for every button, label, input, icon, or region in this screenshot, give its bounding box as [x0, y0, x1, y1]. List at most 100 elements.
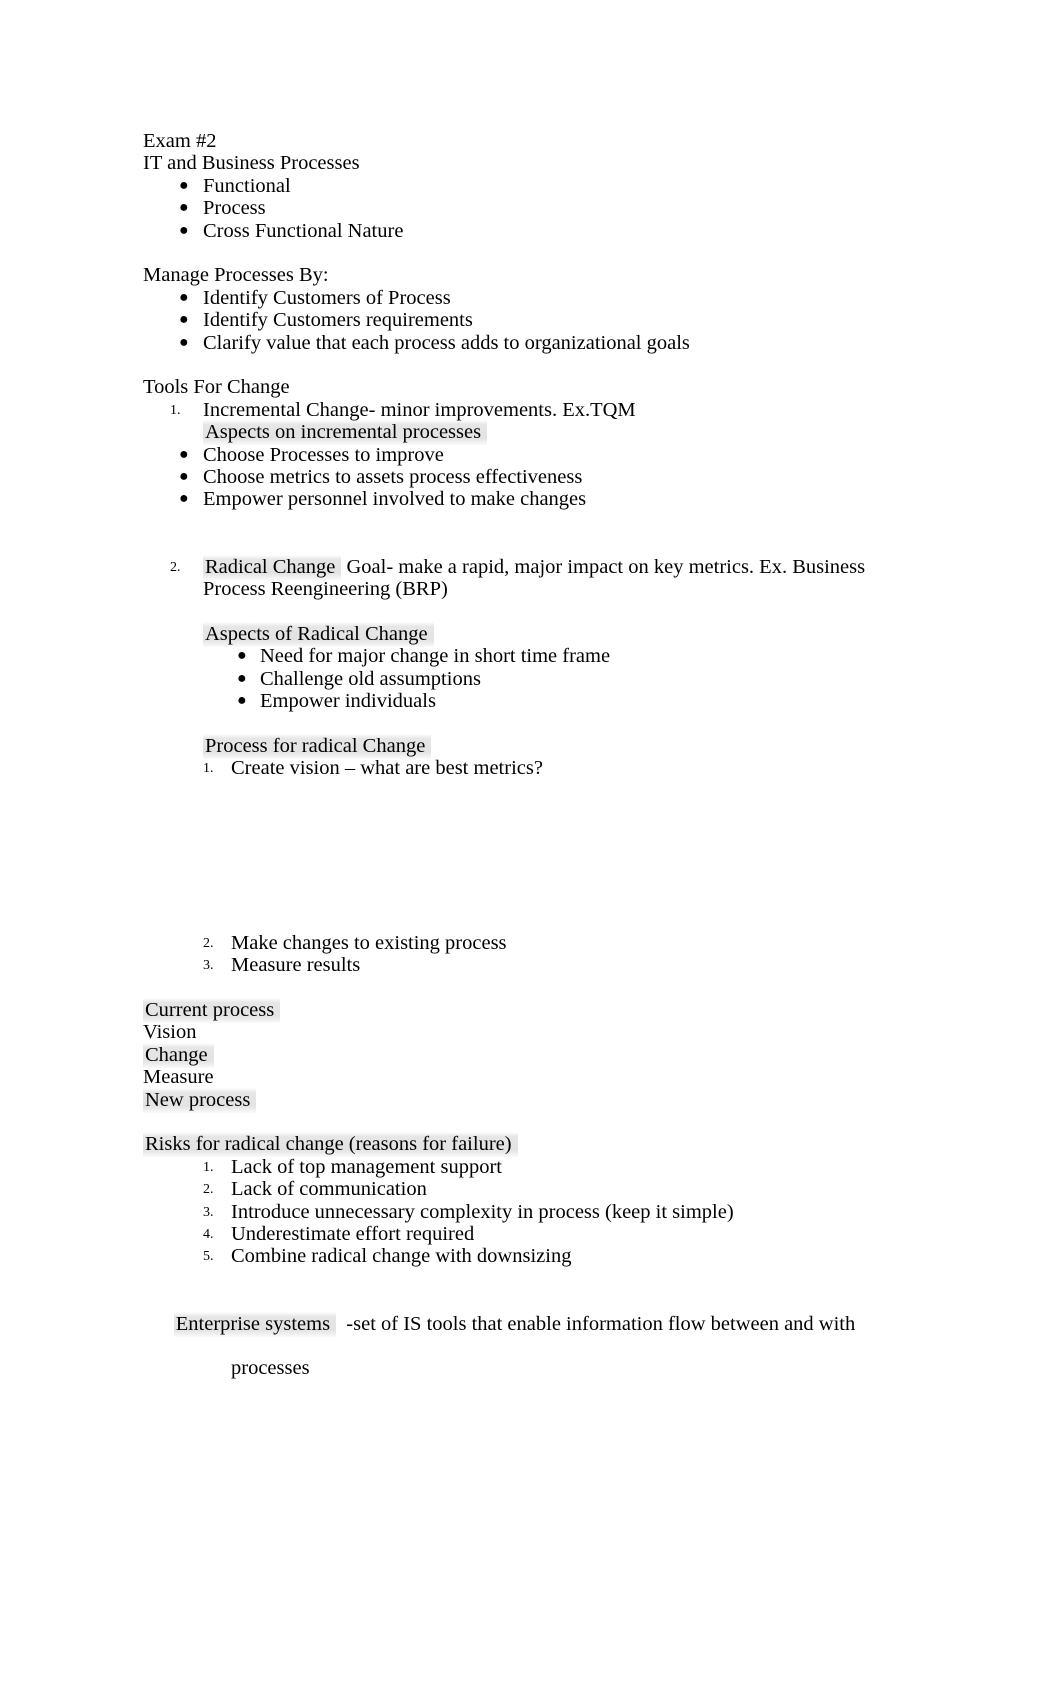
list-item: 1. Create vision – what are best metrics… — [143, 757, 933, 779]
list-item-label: Introduce unnecessary complexity in proc… — [231, 1200, 734, 1223]
bullet-icon: ● — [237, 669, 247, 687]
list-radical-change: 2. Radical Change Goal- make a rapid, ma… — [143, 554, 933, 601]
cycle-step: New process — [143, 1087, 933, 1113]
page-blank-gap — [143, 780, 933, 932]
list-item-label: Make changes to existing process — [231, 931, 507, 954]
list-item-label: Need for major change in short time fram… — [260, 645, 611, 668]
process-for-radical-change-block: Process for radical Change — [203, 712, 933, 759]
list-it-business-processes: ● Functional ● Process ● Cross Functional N… — [143, 175, 933, 242]
list-item: 2. Lack of communication — [143, 1178, 933, 1200]
list-item-label: Choose metrics to assets process effecti… — [203, 466, 583, 489]
list-risks: 1. Lack of top management support 2. Lac… — [143, 1156, 933, 1268]
list-item: ● Clarify value that each process adds to… — [143, 332, 933, 354]
bullet-icon: ● — [179, 176, 189, 194]
list-marker: 2. — [203, 935, 214, 951]
list-item-label: Create vision – what are best metrics? — [231, 757, 543, 780]
list-item: 2. Make changes to existing process — [143, 932, 933, 954]
change-cycle-list: Current process Vision Change Measure Ne… — [143, 997, 933, 1113]
list-item-label: Process — [203, 197, 266, 220]
list-radical-change-aspects: ● Need for major change in short time fra… — [143, 645, 933, 712]
list-item: 1. Lack of top management support — [143, 1156, 933, 1178]
process-for-radical-change-heading: Process for radical Change — [203, 733, 933, 759]
list-manage-processes: ● Identify Customers of Process ● Identify… — [143, 287, 933, 354]
cycle-step: Vision — [143, 1021, 197, 1044]
radical-change-description: Goal- make a rapid, major impact on key … — [341, 555, 866, 578]
list-item: ● Identify Customers of Process — [143, 287, 933, 309]
list-item-label: Functional — [203, 174, 291, 197]
bullet-icon: ● — [179, 490, 189, 508]
list-process-for-radical-change-part1: 1. Create vision – what are best metrics… — [143, 757, 933, 779]
list-item-label: Lack of top management support — [231, 1155, 502, 1178]
enterprise-systems-definition: -set of IS tools that enable information… — [336, 1312, 856, 1335]
bullet-icon: ● — [179, 199, 189, 217]
list-item-label: Identify Customers of Process — [203, 286, 451, 309]
list-marker: 1. — [170, 402, 181, 418]
list-marker: 1. — [203, 761, 214, 777]
list-item-label: Identify Customers requirements — [203, 309, 473, 332]
bullet-icon: ● — [237, 647, 247, 665]
enterprise-systems-label: Enterprise systems — [173, 1311, 337, 1337]
section-heading-manage-processes: Manage Processes By: — [143, 264, 329, 287]
list-item: 3. Introduce unnecessary complexity in p… — [143, 1201, 933, 1223]
list-item: ● Choose metrics to assets process effect… — [143, 466, 933, 488]
list-item-label: Challenge old assumptions — [260, 667, 481, 690]
list-item-label: Clarify value that each process adds to … — [203, 331, 690, 354]
list-item: ● Cross Functional Nature — [143, 220, 933, 242]
list-item-label: Combine radical change with downsizing — [231, 1245, 572, 1268]
radical-change-label: Radical Change — [203, 554, 342, 580]
list-item: ● Choose Processes to improve — [143, 444, 933, 466]
list-item: ● Process — [143, 197, 933, 219]
list-marker: 3. — [203, 1204, 214, 1220]
list-marker: 2. — [170, 559, 181, 575]
list-marker: 3. — [203, 958, 214, 974]
list-item-label: Empower personnel involved to make chang… — [203, 488, 587, 511]
radical-change-detail-block: Aspects of Radical Change — [203, 600, 933, 647]
list-item-label: Empower individuals — [260, 690, 436, 713]
list-marker: 5. — [203, 1249, 214, 1265]
section-heading-tools-for-change: Tools For Change — [143, 376, 290, 399]
list-item: ● Challenge old assumptions — [143, 668, 933, 690]
list-item-incremental-change: 1. Incremental Change- minor improvement… — [143, 398, 933, 446]
list-item-radical-change: 2. Radical Change Goal- make a rapid, ma… — [143, 554, 933, 601]
cycle-step: Current process — [143, 997, 933, 1023]
list-marker: 1. — [203, 1159, 214, 1175]
bullet-icon: ● — [179, 311, 189, 329]
incremental-aspects-heading: Aspects on incremental processes — [203, 420, 933, 446]
list-item: 4. Underestimate effort required — [143, 1223, 933, 1245]
bullet-icon: ● — [179, 468, 189, 486]
cycle-step: Change — [143, 1042, 933, 1068]
list-incremental-aspects: ● Choose Processes to improve ● Choose met… — [143, 444, 933, 511]
list-item-label: Underestimate effort required — [231, 1222, 475, 1245]
list-item: ● Empower personnel involved to make chan… — [143, 488, 933, 510]
list-item: ● Empower individuals — [143, 690, 933, 712]
list-item-label: Incremental Change- minor improvements. … — [203, 398, 636, 421]
bullet-icon: ● — [179, 288, 189, 306]
aspects-of-radical-change-heading: Aspects of Radical Change — [203, 621, 933, 647]
list-item: ● Need for major change in short time fra… — [143, 645, 933, 667]
bullet-icon: ● — [179, 333, 189, 351]
bullet-icon: ● — [179, 221, 189, 239]
list-marker: 2. — [203, 1182, 214, 1198]
radical-change-description-line2: Process Reengineering (BRP) — [203, 578, 448, 601]
document-body: Exam #2 IT and Business Processes ● Funct… — [143, 130, 933, 1425]
list-item-label: Measure results — [231, 954, 361, 977]
section-heading-it-business-processes: IT and Business Processes — [143, 152, 360, 175]
list-item-label: Cross Functional Nature — [203, 219, 404, 242]
list-item: 5. Combine radical change with downsizin… — [143, 1245, 933, 1267]
cycle-step: Measure — [143, 1066, 214, 1089]
list-item-label: Choose Processes to improve — [203, 443, 444, 466]
bullet-icon: ● — [237, 692, 247, 710]
list-process-for-radical-change-part2: 2. Make changes to existing process 3. M… — [143, 932, 933, 977]
enterprise-systems-definition-wrap: processes — [231, 1357, 310, 1380]
list-item: 3. Measure results — [143, 954, 933, 976]
list-item-label: Lack of communication — [231, 1178, 427, 1201]
list-item: ● Identify Customers requirements — [143, 309, 933, 331]
enterprise-systems-paragraph: Enterprise systems -set of IS tools that… — [143, 1290, 933, 1424]
